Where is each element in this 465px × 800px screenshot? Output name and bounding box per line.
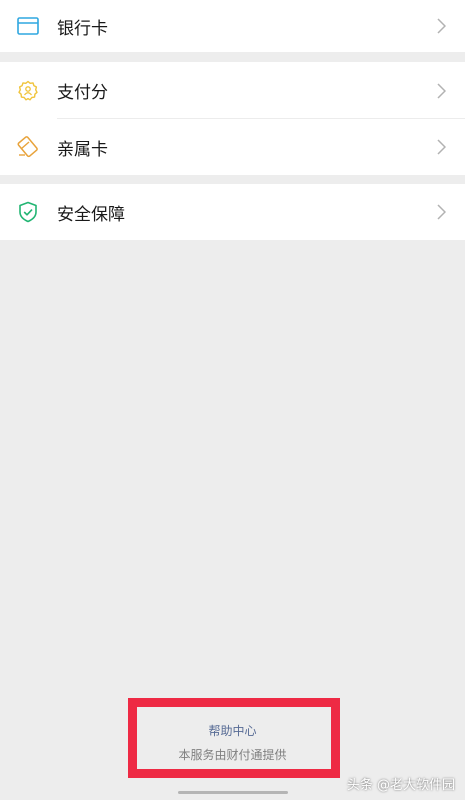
watermark-text: 头条 @老大软件园 bbox=[346, 778, 455, 793]
home-indicator[interactable] bbox=[178, 791, 288, 794]
chevron-right-icon bbox=[437, 82, 446, 99]
bank-card-row[interactable]: 银行卡 bbox=[0, 0, 465, 52]
payment-services-group: 支付分 亲属卡 bbox=[0, 62, 465, 175]
chevron-right-icon bbox=[437, 18, 446, 34]
shield-check-icon bbox=[19, 201, 37, 223]
security-label: 安全保障 bbox=[57, 204, 125, 225]
pay-score-label: 支付分 bbox=[57, 83, 108, 103]
family-card-row[interactable]: 亲属卡 bbox=[0, 119, 465, 175]
chevron-right-icon bbox=[437, 139, 446, 155]
bank-card-icon bbox=[17, 17, 39, 35]
chevron-right-icon bbox=[437, 204, 446, 220]
pay-score-row[interactable]: 支付分 bbox=[0, 62, 465, 119]
help-center-link[interactable]: 帮助中心 bbox=[0, 722, 465, 739]
pay-score-icon bbox=[18, 80, 38, 100]
family-card-icon bbox=[17, 136, 38, 158]
bank-card-group: 银行卡 bbox=[0, 0, 465, 52]
security-row[interactable]: 安全保障 bbox=[0, 184, 465, 240]
security-group: 安全保障 bbox=[0, 184, 465, 240]
provider-note: 本服务由财付通提供 bbox=[178, 748, 287, 762]
family-card-label: 亲属卡 bbox=[57, 139, 108, 160]
bank-card-label: 银行卡 bbox=[57, 18, 108, 39]
